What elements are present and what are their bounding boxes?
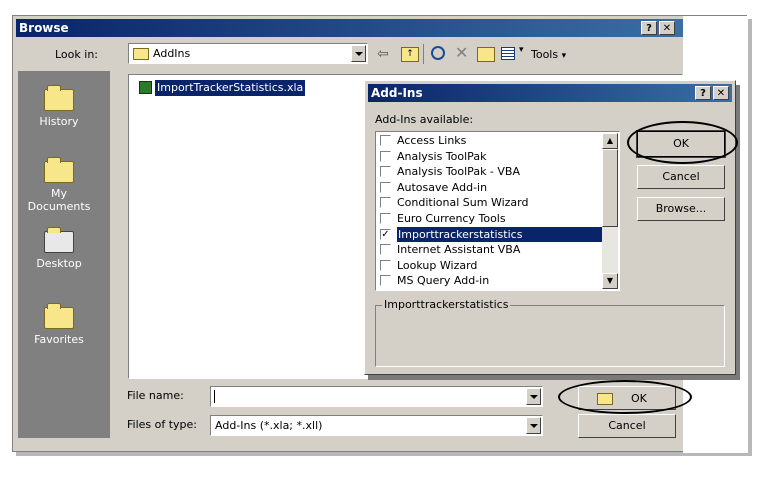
addin-checkbox[interactable]	[380, 213, 391, 224]
addin-label: Euro Currency Tools	[397, 212, 506, 225]
chevron-down-icon[interactable]	[526, 417, 541, 434]
views-icon[interactable]	[501, 47, 515, 60]
addin-item-analysis-toolpak[interactable]: Analysis ToolPak	[377, 149, 603, 165]
addin-label: Analysis ToolPak	[397, 149, 487, 163]
addin-checkbox[interactable]	[380, 181, 391, 193]
addin-checkbox[interactable]	[380, 244, 391, 256]
addin-checkbox[interactable]	[380, 166, 391, 178]
addin-item-access-links[interactable]: Access Links	[377, 133, 603, 149]
up-folder-icon[interactable]: ↑	[401, 47, 419, 62]
addins-titlebar[interactable]: Add-Ins	[368, 84, 732, 102]
chevron-down-icon: ▾	[561, 51, 567, 61]
addin-checkbox[interactable]	[380, 150, 391, 162]
addin-item-autosave[interactable]: Autosave Add-in	[377, 180, 603, 196]
browse-title: Browse	[19, 21, 69, 35]
browse-cancel-button[interactable]: Cancel	[578, 414, 676, 438]
addin-label: Analysis ToolPak - VBA	[397, 165, 520, 179]
addins-cancel-button[interactable]: Cancel	[637, 165, 725, 189]
addins-ok-highlight-ellipse	[627, 121, 738, 164]
my-documents-icon	[44, 157, 74, 183]
addins-cancel-label: Cancel	[662, 170, 700, 183]
addin-label: Autosave Add-in	[397, 180, 488, 194]
file-item-label: ImportTrackerStatistics.xla	[155, 80, 306, 96]
ok-highlight-ellipse	[558, 380, 692, 414]
browse-cancel-label: Cancel	[608, 419, 646, 432]
folder-icon	[133, 48, 149, 60]
addins-close-button[interactable]: ✕	[713, 86, 729, 100]
addin-description-group: Importtrackerstatistics	[375, 298, 725, 367]
files-of-type-label: Files of type:	[127, 418, 198, 431]
file-name-label: File name:	[127, 389, 184, 402]
text-cursor	[214, 390, 215, 403]
place-my-documents-label: My Documents	[27, 187, 91, 213]
browse-close-button[interactable]: ✕	[659, 21, 675, 35]
addin-checkbox[interactable]	[380, 197, 391, 209]
addin-item-lookup-wizard[interactable]: Lookup Wizard	[377, 258, 603, 274]
files-of-type-select[interactable]: Add-Ins (*.xla; *.xll)	[210, 415, 543, 436]
place-history[interactable]: History	[18, 85, 100, 128]
delete-icon[interactable]: ✕	[455, 43, 468, 62]
views-dropdown-icon[interactable]: ▾	[519, 45, 524, 55]
history-icon	[44, 85, 74, 111]
addin-label: Conditional Sum Wizard	[397, 196, 529, 210]
scroll-thumb[interactable]	[602, 149, 618, 227]
files-of-type-value: Add-Ins (*.xla; *.xll)	[215, 419, 323, 432]
addin-label: Importtrackerstatistics	[397, 226, 602, 243]
addin-label: Lookup Wizard	[397, 258, 478, 272]
addins-list[interactable]: Access Links Analysis ToolPak Analysis T…	[375, 131, 620, 291]
addins-help-button[interactable]: ?	[695, 86, 711, 100]
place-desktop-label: Desktop	[36, 257, 82, 270]
addin-item-analysis-toolpak-vba[interactable]: Analysis ToolPak - VBA	[377, 164, 603, 180]
addin-checkbox[interactable]	[380, 259, 391, 271]
addins-title: Add-Ins	[371, 86, 423, 100]
back-arrow-icon[interactable]: ⇦	[377, 46, 395, 62]
places-bar: History My Documents Desktop Favorites	[18, 71, 110, 438]
chevron-down-icon[interactable]	[351, 45, 366, 62]
browse-titlebar[interactable]: Browse	[16, 19, 683, 37]
addins-browse-label: Browse...	[655, 202, 707, 215]
addin-item-internet-assistant[interactable]: Internet Assistant VBA	[377, 242, 603, 258]
tools-label: Tools	[531, 48, 559, 61]
addin-checkbox[interactable]	[380, 275, 391, 287]
scroll-up-button[interactable]: ▲	[602, 133, 618, 149]
addin-checkbox-checked[interactable]: ✓	[380, 228, 391, 240]
look-in-label: Look in:	[55, 48, 98, 61]
scroll-down-button[interactable]: ▼	[602, 273, 618, 289]
new-folder-icon[interactable]	[477, 47, 495, 62]
place-my-documents[interactable]: My Documents	[18, 157, 100, 213]
place-desktop[interactable]: Desktop	[18, 227, 100, 270]
addin-item-euro-currency[interactable]: Euro Currency Tools	[377, 211, 603, 227]
tools-menu[interactable]: Tools ▾	[531, 48, 566, 61]
addin-label: MS Query Add-in	[397, 274, 490, 288]
favorites-icon	[44, 303, 74, 329]
addins-browse-button[interactable]: Browse...	[637, 197, 725, 221]
place-favorites-label: Favorites	[34, 333, 84, 346]
search-web-icon[interactable]	[431, 46, 445, 60]
addins-scrollbar[interactable]: ▲ ▼	[602, 133, 618, 289]
place-history-label: History	[39, 115, 79, 128]
addin-label: Access Links	[397, 134, 467, 147]
browse-help-button[interactable]: ?	[641, 21, 657, 35]
look-in-combo[interactable]: AddIns	[128, 43, 368, 64]
addin-label: Internet Assistant VBA	[397, 243, 521, 257]
file-name-input[interactable]	[210, 386, 543, 407]
addin-item-importtrackerstatistics[interactable]: ✓ Importtrackerstatistics	[377, 226, 603, 243]
addin-description-title: Importtrackerstatistics	[382, 298, 511, 311]
addin-checkbox[interactable]	[380, 135, 391, 146]
addin-item-conditional-sum[interactable]: Conditional Sum Wizard	[377, 195, 603, 211]
look-in-value: AddIns	[153, 47, 191, 60]
chevron-down-icon[interactable]	[526, 388, 541, 405]
addins-list-items: Access Links Analysis ToolPak Analysis T…	[377, 133, 603, 290]
addins-available-label: Add-Ins available:	[375, 113, 474, 126]
desktop-icon	[44, 227, 74, 253]
addin-item-ms-query[interactable]: MS Query Add-in	[377, 273, 603, 289]
place-favorites[interactable]: Favorites	[18, 303, 100, 346]
excel-addin-icon	[139, 81, 152, 94]
